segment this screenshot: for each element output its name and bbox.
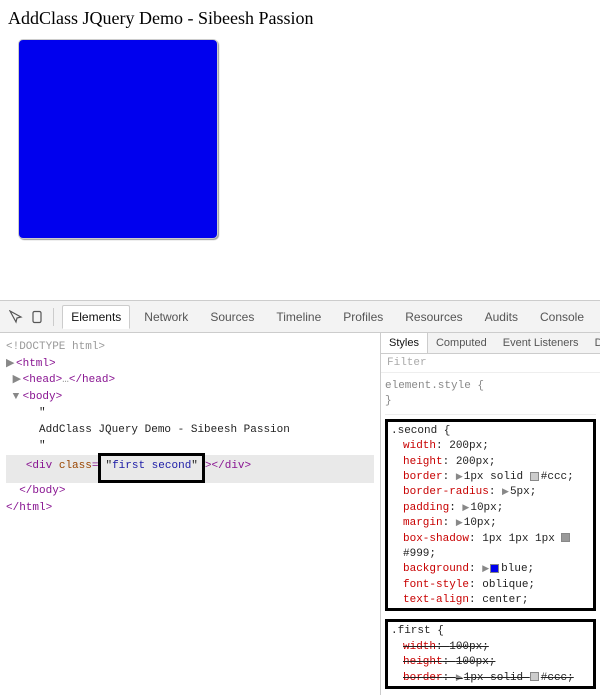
css-declaration[interactable]: height: 200px;	[391, 455, 590, 470]
css-declaration[interactable]: margin: ▶10px;	[391, 516, 590, 531]
tab-elements[interactable]: Elements	[62, 305, 130, 329]
head-tag[interactable]: head	[29, 374, 55, 386]
tab-network[interactable]: Network	[136, 306, 196, 328]
css-declaration[interactable]: height: 100px;	[391, 655, 590, 670]
text-node-quote: "	[39, 407, 46, 419]
device-mode-icon[interactable]	[30, 309, 46, 325]
text-node-title: AddClass JQuery Demo - Sibeesh Passion	[39, 424, 290, 436]
css-declaration[interactable]: width: 200px;	[391, 439, 590, 454]
css-declaration[interactable]: box-shadow: 1px 1px 1px #999;	[391, 532, 590, 563]
rule-second: .second { width: 200px;height: 200px;bor…	[385, 419, 596, 612]
styles-tab-event-listeners[interactable]: Event Listeners	[495, 333, 587, 353]
body-tag[interactable]: body	[29, 391, 55, 403]
doctype-node: <!DOCTYPE html>	[6, 341, 105, 353]
toolbar-separator	[53, 308, 54, 326]
demo-box	[18, 39, 218, 239]
styles-tab-computed[interactable]: Computed	[428, 333, 495, 353]
text-node-quote: "	[39, 440, 46, 452]
devtools-toolbar: Elements Network Sources Timeline Profil…	[0, 301, 600, 333]
expand-icon[interactable]: ▶	[6, 356, 16, 373]
tab-timeline[interactable]: Timeline	[268, 306, 329, 328]
inspect-icon[interactable]	[8, 309, 24, 325]
styles-tab-dom[interactable]: DOM	[587, 333, 600, 353]
devtools-panel: Elements Network Sources Timeline Profil…	[0, 300, 600, 695]
tab-audits[interactable]: Audits	[477, 306, 526, 328]
class-attr-highlight: "first second"	[98, 453, 204, 484]
elements-tree[interactable]: <!DOCTYPE html> ▶<html> ▶<head>…</head> …	[0, 333, 380, 695]
css-declaration[interactable]: font-style: oblique;	[391, 578, 590, 593]
css-declaration[interactable]: border: ▶1px solid #ccc;	[391, 671, 590, 686]
element-style-rule: element.style { }	[385, 379, 596, 410]
styles-tab-styles[interactable]: Styles	[381, 333, 428, 353]
page-area: AddClass JQuery Demo - Sibeesh Passion	[0, 0, 600, 300]
styles-tabs: Styles Computed Event Listeners DOM	[381, 333, 600, 354]
tab-resources[interactable]: Resources	[397, 306, 470, 328]
styles-pane: Styles Computed Event Listeners DOM Filt…	[380, 333, 600, 695]
styles-content[interactable]: element.style { } .second { width: 200px…	[381, 373, 600, 695]
selector-second: .second {	[391, 424, 590, 439]
css-declaration[interactable]: text-align: center;	[391, 593, 590, 608]
rule-first: .first { width: 100px;height: 100px;bord…	[385, 619, 596, 689]
tab-console[interactable]: Console	[532, 306, 592, 328]
devtools-body: <!DOCTYPE html> ▶<html> ▶<head>…</head> …	[0, 333, 600, 695]
page-title: AddClass JQuery Demo - Sibeesh Passion	[8, 8, 592, 29]
selector-first: .first {	[391, 624, 590, 639]
collapse-icon[interactable]: ▼	[13, 389, 23, 406]
css-declaration[interactable]: border: ▶1px solid #ccc;	[391, 470, 590, 485]
tab-profiles[interactable]: Profiles	[335, 306, 391, 328]
selected-node[interactable]: <div class="first second"></div>	[6, 455, 374, 484]
expand-icon[interactable]: ▶	[13, 372, 23, 389]
css-declaration[interactable]: width: 100px;	[391, 640, 590, 655]
css-declaration[interactable]: border-radius: ▶5px;	[391, 485, 590, 500]
tab-sources[interactable]: Sources	[202, 306, 262, 328]
css-declaration[interactable]: background: ▶blue;	[391, 562, 590, 577]
html-open-tag[interactable]: html	[23, 358, 49, 370]
css-declaration[interactable]: padding: ▶10px;	[391, 501, 590, 516]
styles-filter-input[interactable]: Filter	[381, 354, 600, 373]
